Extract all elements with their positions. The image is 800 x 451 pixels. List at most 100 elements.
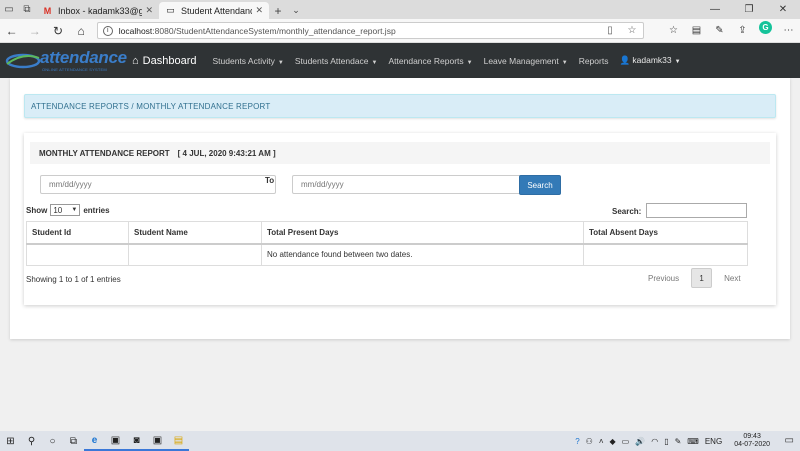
grammarly-icon[interactable]: G [759,20,772,34]
search-icon[interactable]: ⚲ [21,431,42,451]
app-navbar: attendance online attendance system ⌂ Da… [0,43,800,78]
previous-page-button[interactable]: Previous [640,274,687,283]
chevron-down-icon: ▼ [71,207,78,213]
dropbox-icon[interactable]: ◆ [610,437,616,446]
browser-toolbar: ☆ ▤ ✎ ⇪ G ⋯ [662,20,800,41]
table-row: No attendance found between two dates. [26,243,748,266]
current-page-button[interactable]: 1 [691,268,713,288]
column-total-present-days[interactable]: Total Present Days [261,221,584,245]
site-info-icon[interactable]: i [102,25,113,36]
new-tab-button[interactable]: + [269,2,287,19]
edge-browser-icon[interactable]: e [84,431,105,451]
tab-list-button[interactable]: ⌄ [287,2,305,19]
start-icon[interactable]: ⊞ [0,431,21,451]
report-title: MONTHLY ATTENDANCE REPORT [39,148,170,158]
from-date-input[interactable] [40,175,276,194]
menu-attendance-reports[interactable]: Attendance Reports ▼ [389,56,473,66]
breadcrumb: ATTENDANCE REPORTS / MONTHLY ATTENDANCE … [24,94,776,118]
caret-down-icon: ▼ [561,59,568,66]
tab-title: Inbox - kadamk33@gmail.c [58,5,143,16]
back-icon[interactable]: ← [0,19,23,43]
pagination: Previous 1 Next [640,268,749,288]
next-page-button[interactable]: Next [716,274,748,283]
table-info: Showing 1 to 1 of 1 entries [26,275,121,284]
dashboard-link[interactable]: ⌂ Dashboard [132,55,196,67]
attendance-logo[interactable]: attendance online attendance system [0,43,127,78]
clock-date: 04-07-2020 [734,441,770,448]
share-icon[interactable]: ⇪ [731,21,754,41]
help-icon[interactable]: ? [575,437,579,446]
forward-icon[interactable]: → [23,19,46,43]
search-button[interactable]: Search [519,175,561,195]
app-icon[interactable]: ◙ [126,431,147,451]
restore-icon[interactable]: ❐ [732,0,766,19]
pen-icon[interactable]: ✎ [708,21,731,41]
table-cell [583,243,748,266]
empty-message: No attendance found between two dates. [261,243,584,266]
clock[interactable]: 09:43 04-07-2020 [728,433,770,449]
column-student-id[interactable]: Student Id [26,221,129,245]
menu-reports[interactable]: Reports [579,56,609,66]
file-explorer-icon[interactable]: ▤ [168,431,189,451]
report-heading: MONTHLY ATTENDANCE REPORT [ 4 JUL, 2020 … [30,142,770,164]
keyboard-icon[interactable]: ⌨ [687,437,699,446]
column-student-name[interactable]: Student Name [128,221,262,245]
table-search-input[interactable] [646,203,747,218]
address-bar-row: ← → ↻ ⌂ i localhost:8080/StudentAttendan… [0,19,800,43]
people-icon[interactable]: ⚇ [586,437,593,446]
reading-list-icon[interactable]: ▤ [685,21,708,41]
logo-swoosh-icon [5,53,41,69]
wifi-icon[interactable]: ◠ [651,437,658,446]
favorite-star-icon[interactable]: ☆ [626,25,638,36]
gmail-icon: M [43,5,52,16]
table-header-row: Student Id Student Name Total Present Da… [26,221,748,245]
dashboard-label: Dashboard [142,54,197,67]
tab-actions-icon[interactable]: ⧉ [18,0,36,19]
page-size-select[interactable]: 10 ▼ [50,204,81,216]
table-cell [128,243,262,266]
address-bar[interactable]: i localhost:8080/StudentAttendanceSystem… [96,22,644,39]
cortana-icon[interactable]: ○ [42,431,63,451]
close-tab-icon[interactable]: ✕ [145,5,153,16]
favorites-icon[interactable]: ☆ [662,21,685,41]
window-menu-icon[interactable]: ▭ [0,0,18,19]
menu-leave-management[interactable]: Leave Management ▼ [484,56,568,66]
table-search-label: Search: [612,207,642,216]
network-icon[interactable]: ▭ [622,437,630,446]
notification-icon[interactable]: ▭ [785,435,794,446]
page-icon: ▭ [166,5,175,15]
home-icon: ⌂ [132,54,139,67]
minimize-icon[interactable]: — [698,0,732,19]
browser-tab-attendance[interactable]: ▭ Student Attendance Sys ✕ [159,2,269,19]
user-icon: 👤 [619,55,631,65]
browser-tab-inbox[interactable]: M Inbox - kadamk33@gmail.c ✕ [36,2,159,19]
chevron-up-icon[interactable]: ˄ [599,437,604,446]
to-date-input[interactable] [292,175,528,194]
caret-down-icon: ▼ [466,59,473,66]
clock-time: 09:43 [743,433,761,440]
menu-students-attendance[interactable]: Students Attendace ▼ [295,56,378,66]
task-view-icon[interactable]: ⧉ [63,431,84,451]
system-tray: ? ⚇ ˄ ◆ ▭ 🔊 ◠ ▯ ✎ ⌨ ENG 09:43 04-07-2020 [569,431,770,451]
close-tab-icon[interactable]: ✕ [255,5,263,16]
home-icon[interactable]: ⌂ [70,19,93,43]
pen-workspace-icon[interactable]: ✎ [675,437,682,446]
caret-down-icon: ▼ [371,59,378,66]
menu-students-activity[interactable]: Students Activity ▼ [212,56,283,66]
caret-down-icon: ▼ [674,59,681,65]
logo-tagline: online attendance system [42,67,107,72]
more-icon[interactable]: ⋯ [777,21,800,41]
caret-down-icon: ▼ [277,59,284,66]
page-container: ATTENDANCE REPORTS / MONTHLY ATTENDANCE … [10,78,790,339]
refresh-icon[interactable]: ↻ [46,19,69,43]
entries-label: entries [83,205,110,215]
column-total-absent-days[interactable]: Total Absent Days [583,221,748,245]
volume-icon[interactable]: 🔊 [635,437,645,446]
close-window-icon[interactable]: ✕ [766,0,800,19]
console-icon[interactable]: ▣ [147,431,168,451]
terminal-icon[interactable]: ▣ [105,431,126,451]
language-indicator[interactable]: ENG [705,437,722,446]
reading-view-icon[interactable]: ▯ [604,25,616,36]
battery-icon[interactable]: ▯ [664,437,668,446]
menu-user[interactable]: 👤 kadamk33 ▼ [619,55,680,66]
